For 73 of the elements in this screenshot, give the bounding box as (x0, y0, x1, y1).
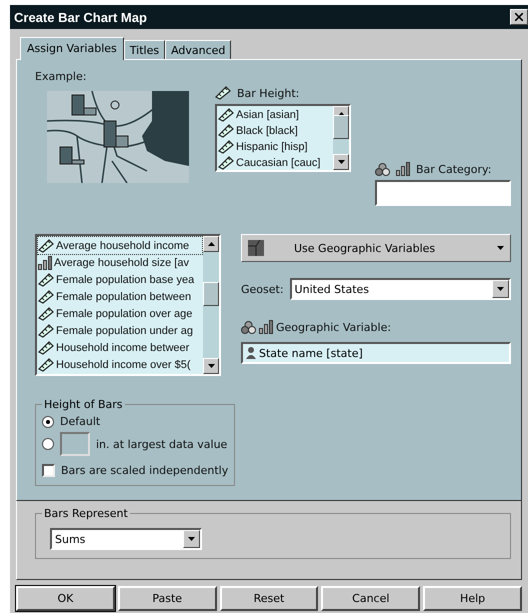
scroll-thumb[interactable] (203, 282, 219, 306)
ruler-icon (38, 272, 54, 286)
down-arrow-icon (497, 287, 504, 291)
list-item[interactable]: Female population base yea (56, 274, 194, 286)
dialog-button[interactable]: OK (16, 586, 115, 611)
ruler-icon (38, 358, 54, 372)
group-label: Height of Bars (43, 398, 124, 411)
list-item[interactable]: Household income betweer (56, 342, 190, 354)
ruler-icon (218, 156, 234, 170)
tab[interactable]: Titles (124, 40, 166, 59)
map-icon (248, 240, 264, 256)
bar-height-list[interactable]: Asian [asian] Black [black] Hispanic [hisp] Caucasian [cauc] (215, 104, 351, 172)
list-item[interactable]: Hispanic [hisp] (236, 141, 308, 153)
dialog-button[interactable]: Reset (220, 586, 318, 611)
list-item[interactable]: Caucasian [cauc] (236, 157, 320, 169)
ruler-icon (38, 340, 54, 354)
tab[interactable]: Assign Variables (20, 37, 124, 60)
list-item[interactable]: Average household size [av (54, 256, 189, 268)
bar-category-field[interactable] (375, 180, 511, 206)
scrollbar[interactable] (203, 236, 219, 374)
circles-icon (241, 320, 256, 334)
list-item[interactable]: Asian [asian] (236, 109, 299, 121)
list-item[interactable]: Female population under ag (56, 324, 193, 336)
bar-height-label: Bar Height: (237, 86, 300, 100)
up-arrow-icon (208, 242, 214, 246)
ruler-icon (215, 86, 231, 100)
example-label: Example: (35, 70, 88, 83)
variable-list[interactable] (35, 234, 221, 376)
down-arrow-icon (208, 364, 214, 368)
bar-chart-icon (396, 162, 410, 176)
scroll-thumb[interactable] (333, 115, 349, 139)
bar-chart-icon (259, 320, 273, 334)
close-button[interactable] (510, 9, 528, 25)
ruler-icon (218, 108, 234, 122)
checkbox[interactable] (42, 464, 55, 477)
close-icon (515, 13, 523, 21)
ruler-icon (218, 140, 234, 154)
geoset-label: Geoset: (241, 282, 284, 296)
list-item[interactable]: Female population over age (56, 308, 192, 320)
list-item[interactable]: Household income over $5( (56, 358, 191, 370)
checkbox-label[interactable]: Bars are scaled independently (61, 464, 228, 477)
tab[interactable]: Advanced (165, 40, 232, 59)
dialog-button[interactable]: Help (423, 586, 522, 611)
person-icon (245, 346, 259, 360)
ruler-icon (38, 238, 54, 252)
ruler-icon (218, 124, 234, 138)
ruler-icon (38, 306, 54, 320)
ruler-icon (38, 290, 54, 304)
window-title: Create Bar Chart Map (14, 10, 147, 24)
list-item[interactable]: Female population between (56, 290, 192, 302)
radio-button[interactable] (42, 416, 54, 428)
option-label[interactable]: in. at largest data value (96, 438, 228, 450)
geographic-variable-label: Geographic Variable: (276, 320, 392, 334)
geoset-dropdown[interactable]: United States (290, 278, 511, 300)
radio-button[interactable] (42, 438, 54, 450)
down-arrow-icon (338, 160, 344, 164)
geographic-mode-dropdown[interactable]: Use Geographic Variables (241, 234, 511, 262)
geographic-variable-field[interactable]: State name [state] (241, 342, 511, 364)
list-item[interactable]: Black [black] (236, 125, 298, 137)
down-arrow-icon (497, 246, 504, 250)
dialog-button[interactable]: Paste (118, 586, 217, 611)
option-label[interactable]: Default (60, 415, 100, 428)
group-label: Bars Represent (43, 507, 129, 520)
bar-chart-icon (38, 256, 52, 270)
circles-icon (375, 162, 390, 176)
down-arrow-icon (188, 537, 195, 541)
ruler-icon (38, 324, 54, 338)
dialog-button[interactable]: Cancel (321, 586, 420, 611)
bars-represent-dropdown[interactable]: Sums (50, 528, 202, 550)
list-item[interactable]: Average household income (56, 240, 190, 252)
bar-category-label: Bar Category: (416, 162, 492, 176)
scrollbar[interactable] (333, 106, 349, 170)
inches-field[interactable] (60, 432, 90, 456)
